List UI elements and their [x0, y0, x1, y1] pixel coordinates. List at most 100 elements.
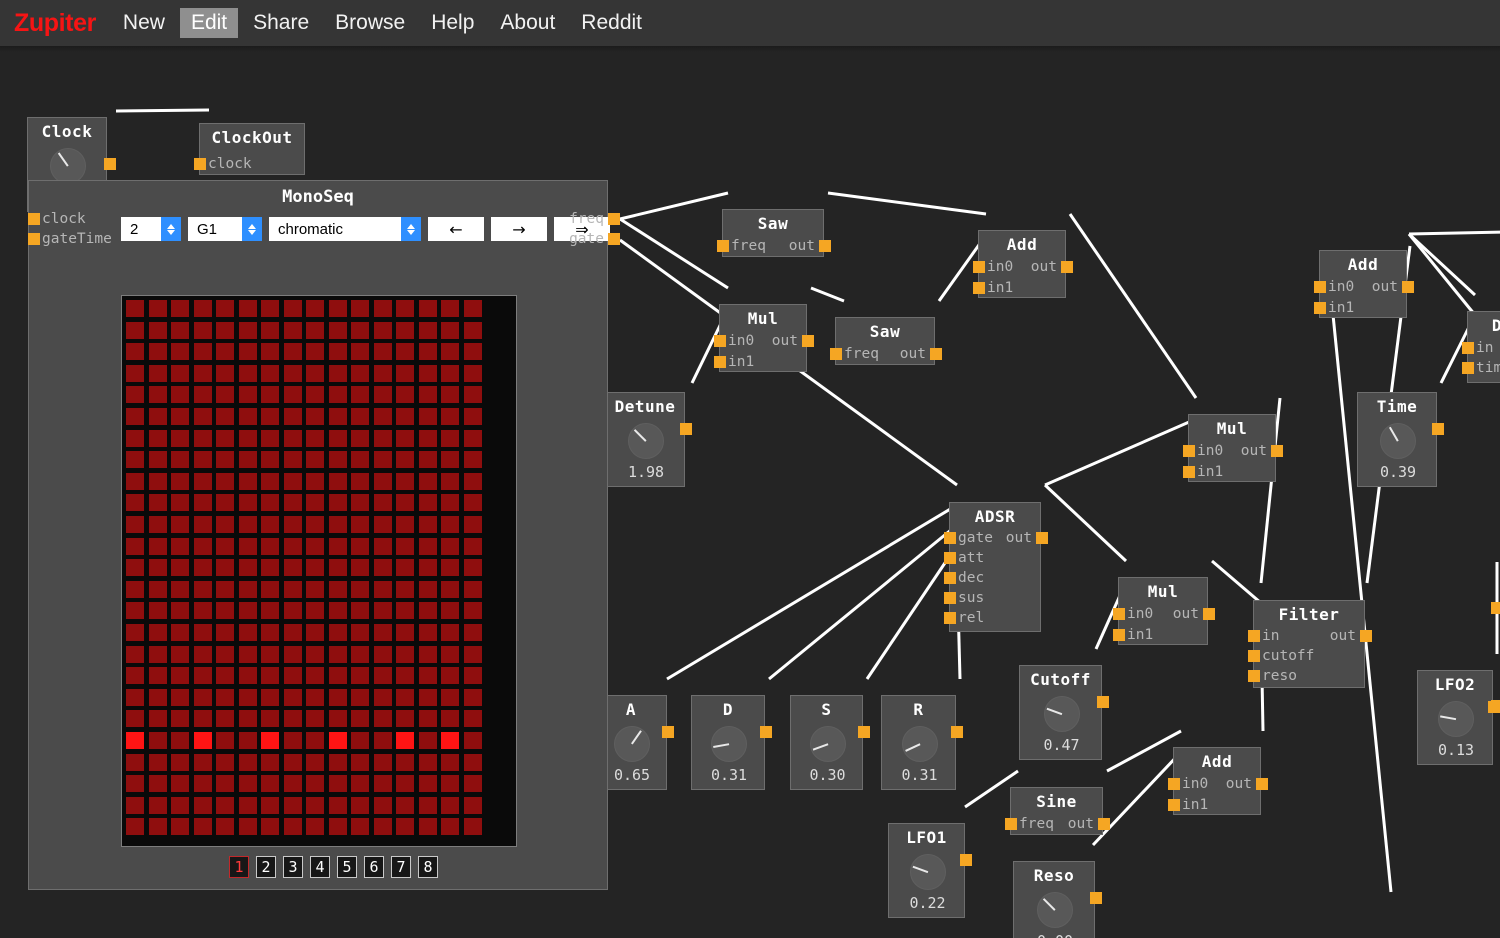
- port-add1-in0[interactable]: [973, 261, 985, 273]
- grid-cell[interactable]: [193, 710, 212, 728]
- grid-cell[interactable]: [418, 710, 437, 728]
- grid-cell[interactable]: [351, 710, 369, 728]
- grid-cell[interactable]: [463, 516, 482, 534]
- knob-cutoff[interactable]: [1043, 696, 1080, 732]
- grid-cell[interactable]: [463, 386, 482, 404]
- grid-cell[interactable]: [261, 624, 279, 642]
- grid-cell[interactable]: [238, 580, 257, 598]
- port-adsr-out[interactable]: [1036, 532, 1048, 544]
- grid-cell[interactable]: [171, 321, 189, 339]
- grid-cell[interactable]: [238, 710, 257, 728]
- grid-cell[interactable]: [216, 624, 234, 642]
- grid-cell[interactable]: [373, 753, 392, 771]
- node-lfo1[interactable]: LFO1 0.22: [888, 823, 972, 918]
- grid-cell[interactable]: [148, 775, 167, 793]
- grid-cell[interactable]: [216, 386, 234, 404]
- page-button-2[interactable]: 2: [256, 856, 276, 878]
- grid-cell[interactable]: [283, 624, 302, 642]
- wire-clock.out[interactable]: [115, 108, 210, 113]
- grid-cell[interactable]: [126, 429, 144, 447]
- grid-cell[interactable]: [396, 300, 414, 318]
- grid-cell[interactable]: [351, 472, 369, 490]
- port-sine-freq[interactable]: [1005, 818, 1017, 830]
- grid-cell[interactable]: [418, 796, 437, 814]
- grid-cell[interactable]: [306, 732, 324, 750]
- grid-cell[interactable]: [238, 494, 257, 512]
- grid-cell[interactable]: [351, 775, 369, 793]
- node-saw1[interactable]: Saw freq out: [717, 209, 831, 257]
- grid-cell[interactable]: [328, 494, 347, 512]
- grid-cell[interactable]: [306, 429, 324, 447]
- port-filter-reso[interactable]: [1248, 670, 1260, 682]
- port-mul1-in1[interactable]: [714, 356, 726, 368]
- port-sine-out[interactable]: [1098, 818, 1110, 830]
- grid-cell[interactable]: [441, 516, 459, 534]
- grid-cell[interactable]: [238, 796, 257, 814]
- grid-cell[interactable]: [418, 321, 437, 339]
- grid-cell[interactable]: [193, 408, 212, 426]
- grid-cell[interactable]: [351, 537, 369, 555]
- node-mul1[interactable]: Mul in0 in1 out: [714, 304, 814, 372]
- grid-cell[interactable]: [373, 775, 392, 793]
- grid-cell[interactable]: [396, 537, 414, 555]
- grid-cell[interactable]: [441, 408, 459, 426]
- grid-cell[interactable]: [306, 472, 324, 490]
- grid-cell[interactable]: [193, 300, 212, 318]
- grid-cell[interactable]: [238, 364, 257, 382]
- grid-cell[interactable]: [306, 753, 324, 771]
- grid-cell[interactable]: [126, 667, 144, 685]
- grid-cell[interactable]: [283, 408, 302, 426]
- grid-cell[interactable]: [216, 321, 234, 339]
- grid-cell[interactable]: [126, 753, 144, 771]
- grid-cell[interactable]: [148, 818, 167, 836]
- grid-cell[interactable]: [373, 494, 392, 512]
- grid-cell[interactable]: [126, 818, 144, 836]
- grid-cell[interactable]: [328, 602, 347, 620]
- node-r-knob[interactable]: R 0.31: [881, 695, 963, 790]
- grid-cell[interactable]: [193, 451, 212, 469]
- port-delay-time[interactable]: [1462, 362, 1474, 374]
- grid-cell[interactable]: [441, 624, 459, 642]
- wire-add3.out-delay2[interactable]: [1407, 233, 1477, 316]
- grid-cell[interactable]: [238, 300, 257, 318]
- grid-cell[interactable]: [328, 343, 347, 361]
- grid-cell[interactable]: [171, 624, 189, 642]
- grid-cell[interactable]: [463, 537, 482, 555]
- port-s-knob-out[interactable]: [858, 726, 870, 738]
- port-cutoff-out[interactable]: [1097, 696, 1109, 708]
- grid-cell[interactable]: [463, 753, 482, 771]
- grid-cell[interactable]: [171, 775, 189, 793]
- port-clockout-clock[interactable]: [194, 158, 206, 170]
- grid-cell[interactable]: [351, 667, 369, 685]
- grid-cell[interactable]: [216, 559, 234, 577]
- grid-cell[interactable]: [373, 624, 392, 642]
- port-mul3-in1[interactable]: [1113, 629, 1125, 641]
- knob-a-knob[interactable]: [614, 726, 650, 762]
- grid-cell[interactable]: [373, 688, 392, 706]
- grid-cell[interactable]: [283, 321, 302, 339]
- grid-cell[interactable]: [283, 559, 302, 577]
- grid-cell[interactable]: [463, 818, 482, 836]
- grid-cell[interactable]: [306, 775, 324, 793]
- grid-cell[interactable]: [351, 645, 369, 663]
- grid-cell[interactable]: [148, 386, 167, 404]
- grid-cell[interactable]: [283, 451, 302, 469]
- grid-cell[interactable]: [261, 516, 279, 534]
- grid-cell[interactable]: [373, 796, 392, 814]
- grid-cell[interactable]: [328, 472, 347, 490]
- grid-cell[interactable]: [261, 602, 279, 620]
- grid-cell[interactable]: [463, 624, 482, 642]
- grid-cell[interactable]: [351, 429, 369, 447]
- grid-cell[interactable]: [261, 386, 279, 404]
- grid-cell[interactable]: [238, 343, 257, 361]
- grid-cell[interactable]: [373, 516, 392, 534]
- grid-cell[interactable]: [328, 667, 347, 685]
- grid-cell[interactable]: [441, 732, 459, 750]
- menu-item-help[interactable]: Help: [420, 8, 485, 38]
- grid-cell[interactable]: [396, 710, 414, 728]
- grid-cell[interactable]: [148, 753, 167, 771]
- grid-cell[interactable]: [306, 364, 324, 382]
- node-time[interactable]: Time 0.39: [1357, 392, 1444, 487]
- grid-cell[interactable]: [126, 537, 144, 555]
- grid-cell[interactable]: [463, 364, 482, 382]
